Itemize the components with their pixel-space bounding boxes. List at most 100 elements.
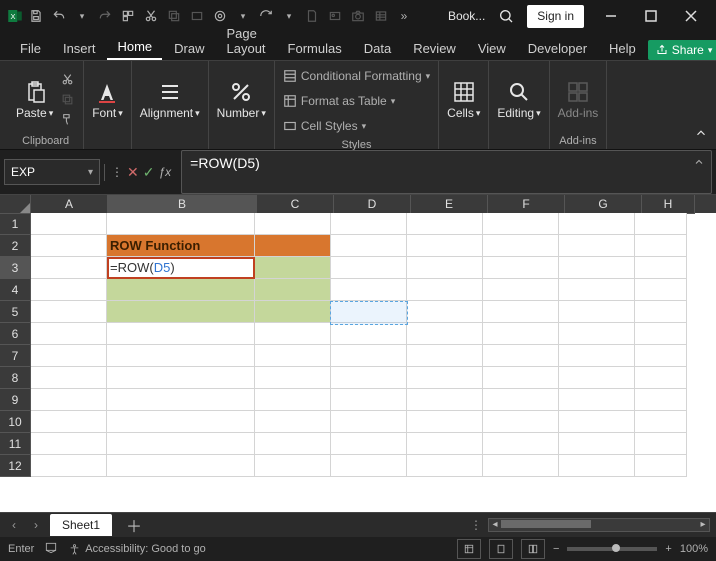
cell-C1[interactable] — [255, 213, 331, 235]
cell-H1[interactable] — [635, 213, 687, 235]
cell-C8[interactable] — [255, 367, 331, 389]
redo-icon[interactable] — [94, 2, 116, 30]
cell-B3[interactable]: =ROW(D5) — [107, 257, 255, 279]
cell-B9[interactable] — [107, 389, 255, 411]
cell-A4[interactable] — [31, 279, 107, 301]
tab-developer[interactable]: Developer — [518, 37, 597, 60]
cell-C6[interactable] — [255, 323, 331, 345]
tab-formulas[interactable]: Formulas — [278, 37, 352, 60]
cell-A2[interactable] — [31, 235, 107, 257]
cell-B1[interactable] — [107, 213, 255, 235]
formula-input[interactable]: =ROW(D5) — [181, 150, 712, 194]
cell-F6[interactable] — [483, 323, 559, 345]
alignment-button[interactable]: Alignment▾ — [140, 78, 200, 120]
qat-icon[interactable] — [186, 2, 208, 30]
save-icon[interactable] — [25, 2, 47, 30]
cell-E12[interactable] — [407, 455, 483, 477]
cell-H10[interactable] — [635, 411, 687, 433]
row-header-6[interactable]: 6 — [0, 323, 31, 345]
cell-A11[interactable] — [31, 433, 107, 455]
col-header-A[interactable]: A — [31, 195, 108, 214]
cell-D5[interactable] — [331, 301, 407, 323]
cell-G5[interactable] — [559, 301, 635, 323]
cell-A9[interactable] — [31, 389, 107, 411]
cell-A1[interactable] — [31, 213, 107, 235]
row-header-10[interactable]: 10 — [0, 411, 31, 433]
normal-view-icon[interactable] — [457, 539, 481, 559]
cell-E2[interactable] — [407, 235, 483, 257]
overflow-icon[interactable]: » — [393, 2, 415, 30]
cell-F11[interactable] — [483, 433, 559, 455]
col-header-B[interactable]: B — [108, 195, 257, 214]
cell-H6[interactable] — [635, 323, 687, 345]
conditional-formatting-button[interactable]: Conditional Formatting▾ — [283, 65, 430, 87]
cell-B5[interactable] — [107, 301, 255, 323]
row-header-4[interactable]: 4 — [0, 279, 31, 301]
row-header-5[interactable]: 5 — [0, 301, 31, 323]
cell-D1[interactable] — [331, 213, 407, 235]
tab-file[interactable]: File — [10, 37, 51, 60]
cell-H2[interactable] — [635, 235, 687, 257]
horizontal-scrollbar[interactable]: ◂ ▸ — [488, 518, 710, 532]
dots-icon[interactable]: ⋮ — [468, 517, 484, 533]
font-button[interactable]: Font▾ — [92, 78, 123, 120]
row-header-3[interactable]: 3 — [0, 257, 31, 279]
collapse-ribbon-icon[interactable] — [694, 126, 708, 143]
row-header-8[interactable]: 8 — [0, 367, 31, 389]
cell-G11[interactable] — [559, 433, 635, 455]
cell-F12[interactable] — [483, 455, 559, 477]
undo-icon[interactable] — [48, 2, 70, 30]
cell-B6[interactable] — [107, 323, 255, 345]
scroll-right-icon[interactable]: ▸ — [697, 519, 709, 529]
cut-icon[interactable] — [140, 2, 162, 30]
prev-sheet-icon[interactable]: ‹ — [6, 517, 22, 533]
paste-button[interactable]: Paste▾ — [16, 78, 53, 120]
document-title[interactable]: Book... — [448, 9, 485, 23]
cell-G3[interactable] — [559, 257, 635, 279]
accessibility-status[interactable]: Accessibility: Good to go — [68, 543, 205, 556]
cell-E7[interactable] — [407, 345, 483, 367]
share-button[interactable]: Share ▾ — [648, 40, 716, 60]
cell-F4[interactable] — [483, 279, 559, 301]
expand-formula-icon[interactable] — [693, 155, 705, 171]
cell-D7[interactable] — [331, 345, 407, 367]
qat-icon[interactable] — [324, 2, 346, 30]
cell-E1[interactable] — [407, 213, 483, 235]
cell-A6[interactable] — [31, 323, 107, 345]
row-header-9[interactable]: 9 — [0, 389, 31, 411]
cell-G7[interactable] — [559, 345, 635, 367]
cell-A12[interactable] — [31, 455, 107, 477]
col-header-C[interactable]: C — [257, 195, 334, 214]
cancel-icon[interactable]: ✕ — [127, 164, 139, 181]
cell-H12[interactable] — [635, 455, 687, 477]
cell-F10[interactable] — [483, 411, 559, 433]
cell-D9[interactable] — [331, 389, 407, 411]
cell-C11[interactable] — [255, 433, 331, 455]
tab-view[interactable]: View — [468, 37, 516, 60]
cell-B12[interactable] — [107, 455, 255, 477]
table-icon[interactable] — [370, 2, 392, 30]
fx-icon[interactable]: ƒx — [158, 165, 171, 179]
cell-H4[interactable] — [635, 279, 687, 301]
cell-B2[interactable]: ROW Function — [107, 235, 255, 257]
cell-H9[interactable] — [635, 389, 687, 411]
search-icon[interactable] — [493, 3, 519, 29]
tab-insert[interactable]: Insert — [53, 37, 106, 60]
cell-F2[interactable] — [483, 235, 559, 257]
cell-D12[interactable] — [331, 455, 407, 477]
camera-icon[interactable] — [347, 2, 369, 30]
col-header-G[interactable]: G — [565, 195, 642, 214]
cell-A3[interactable] — [31, 257, 107, 279]
cell-H3[interactable] — [635, 257, 687, 279]
zoom-slider[interactable] — [567, 547, 657, 551]
cell-H8[interactable] — [635, 367, 687, 389]
next-sheet-icon[interactable]: › — [28, 517, 44, 533]
page-break-view-icon[interactable] — [521, 539, 545, 559]
maximize-button[interactable] — [632, 0, 670, 32]
cell-F7[interactable] — [483, 345, 559, 367]
tab-home[interactable]: Home — [107, 35, 162, 60]
cell-H11[interactable] — [635, 433, 687, 455]
cell-A8[interactable] — [31, 367, 107, 389]
worksheet-grid[interactable]: A B C D E F G H 12ROW Function3=ROW(D5)4… — [0, 195, 716, 512]
cell-B8[interactable] — [107, 367, 255, 389]
